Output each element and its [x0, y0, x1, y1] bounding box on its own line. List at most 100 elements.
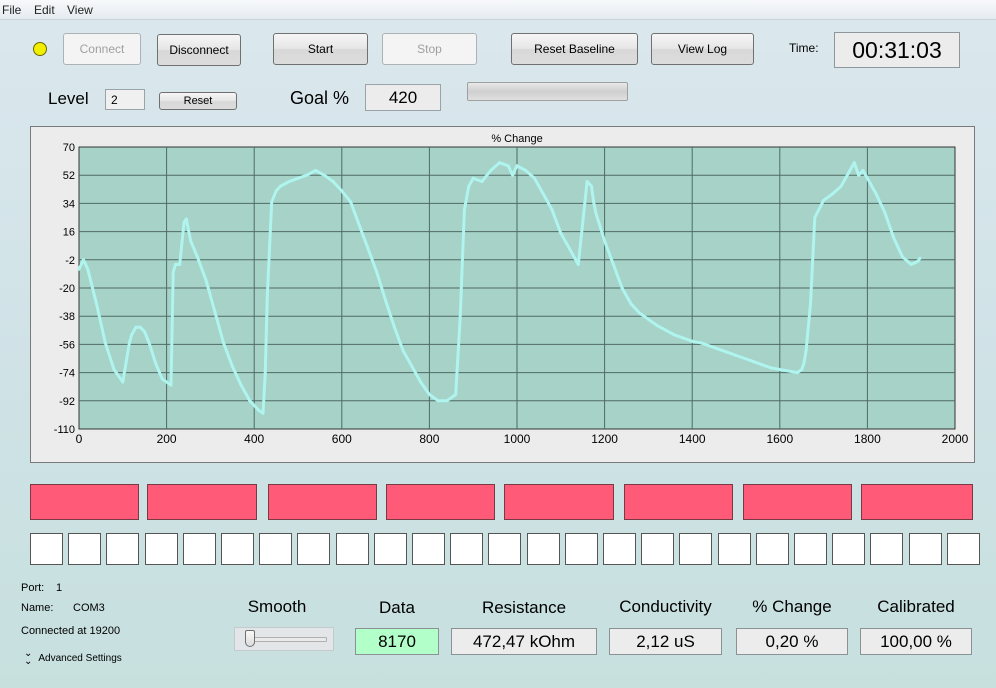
data-point [436, 399, 440, 403]
data-label: Data [379, 598, 415, 617]
red-indicator [743, 484, 852, 520]
data-point [734, 353, 738, 357]
x-tick-label: 1200 [591, 432, 618, 446]
chart-title: % Change [491, 133, 542, 145]
data-point [892, 236, 896, 240]
data-point [222, 341, 226, 345]
menu-view[interactable]: View [67, 3, 93, 17]
x-tick-label: 0 [76, 432, 83, 446]
data-point [189, 239, 193, 243]
data-point [261, 411, 265, 415]
data-point [160, 377, 164, 381]
data-point [427, 393, 431, 397]
data-point [366, 247, 370, 251]
data-point [265, 294, 269, 298]
data-point [839, 184, 843, 188]
y-tick-label: 16 [63, 227, 75, 239]
data-point [804, 349, 808, 353]
calibrated-value: 100,00 % [860, 628, 972, 655]
data-point [77, 267, 81, 271]
name-value: COM3 [73, 602, 105, 614]
y-tick-label: -2 [65, 255, 75, 267]
level-reset-button[interactable]: Reset [159, 92, 237, 110]
data-point [524, 169, 528, 172]
data-point [121, 380, 125, 384]
data-point [287, 179, 291, 183]
data-point [178, 263, 182, 266]
data-point [699, 341, 703, 345]
white-indicator [526, 533, 560, 565]
connect-button[interactable]: Connect [63, 33, 141, 65]
white-indicator [603, 533, 636, 565]
chart-panel: 0 200 400 600 800 1000 1200 1400 1600 1800 2000 70 5… [30, 126, 975, 463]
stop-button[interactable]: Stop [382, 33, 477, 65]
data-point [589, 184, 593, 188]
data-point [489, 169, 493, 172]
data-point [127, 341, 131, 345]
goal-label: Goal % [290, 88, 350, 108]
conductivity-value: 2,12 uS [609, 628, 722, 655]
data-point [195, 255, 199, 259]
data-point [204, 278, 208, 282]
data-point [725, 350, 729, 354]
goal-value: 420 [365, 84, 441, 111]
view-log-button[interactable]: View Log [651, 33, 754, 65]
white-indicator [450, 533, 484, 565]
data-point [752, 360, 756, 364]
data-point [830, 192, 834, 196]
data-point [795, 371, 799, 375]
data-point [322, 173, 326, 177]
time-display: 00:31:03 [834, 32, 960, 68]
x-tick-label: 2000 [942, 432, 969, 446]
white-indicator [717, 533, 751, 565]
pct-change-value: 0,20 % [736, 628, 848, 655]
white-indicator [564, 533, 598, 565]
data-point [874, 192, 878, 196]
data-point [184, 217, 188, 221]
smooth-slider-thumb[interactable] [245, 630, 255, 647]
data-point [909, 263, 913, 266]
reset-baseline-button[interactable]: Reset Baseline [511, 33, 638, 65]
data-point [480, 179, 484, 183]
white-indicator [335, 533, 369, 565]
y-tick-label: 34 [63, 198, 75, 210]
data-value: 8170 [355, 628, 439, 655]
data-point [103, 341, 107, 345]
white-indicator [832, 533, 866, 565]
x-tick-label: 400 [244, 432, 264, 446]
disconnect-button[interactable]: Disconnect [157, 34, 241, 66]
white-indicator [946, 533, 980, 565]
white-indicator [259, 533, 293, 565]
data-point [401, 349, 405, 353]
menu-edit[interactable]: Edit [34, 3, 55, 17]
data-point [511, 173, 515, 177]
red-indicator [30, 484, 139, 520]
double-chevron-down-icon: ⌄ ⌄ [24, 648, 33, 667]
start-button[interactable]: Start [273, 33, 368, 65]
time-label: Time: [789, 41, 819, 55]
data-point [778, 367, 782, 371]
data-point [550, 208, 554, 212]
level-input[interactable]: 2 [105, 89, 145, 110]
data-point [239, 383, 243, 387]
advanced-settings-toggle[interactable]: ⌄ ⌄ Advanced Settings [24, 648, 122, 667]
white-indicator [182, 533, 216, 565]
white-indicator [755, 533, 789, 565]
data-point [392, 325, 396, 329]
data-point [813, 216, 817, 219]
status-led-icon [33, 42, 47, 56]
white-indicator [412, 533, 445, 565]
data-point [278, 184, 282, 188]
data-point [257, 408, 261, 412]
menu-file[interactable]: File [2, 3, 21, 17]
data-point [787, 369, 791, 373]
data-point [458, 317, 462, 321]
data-point [213, 310, 217, 313]
pct-change-label: % Change [752, 597, 832, 616]
x-tick-label: 1000 [504, 432, 531, 446]
data-point [182, 220, 186, 224]
smooth-slider[interactable] [234, 627, 334, 651]
white-indicator [870, 533, 904, 565]
data-point [865, 176, 869, 180]
data-point [760, 363, 764, 367]
